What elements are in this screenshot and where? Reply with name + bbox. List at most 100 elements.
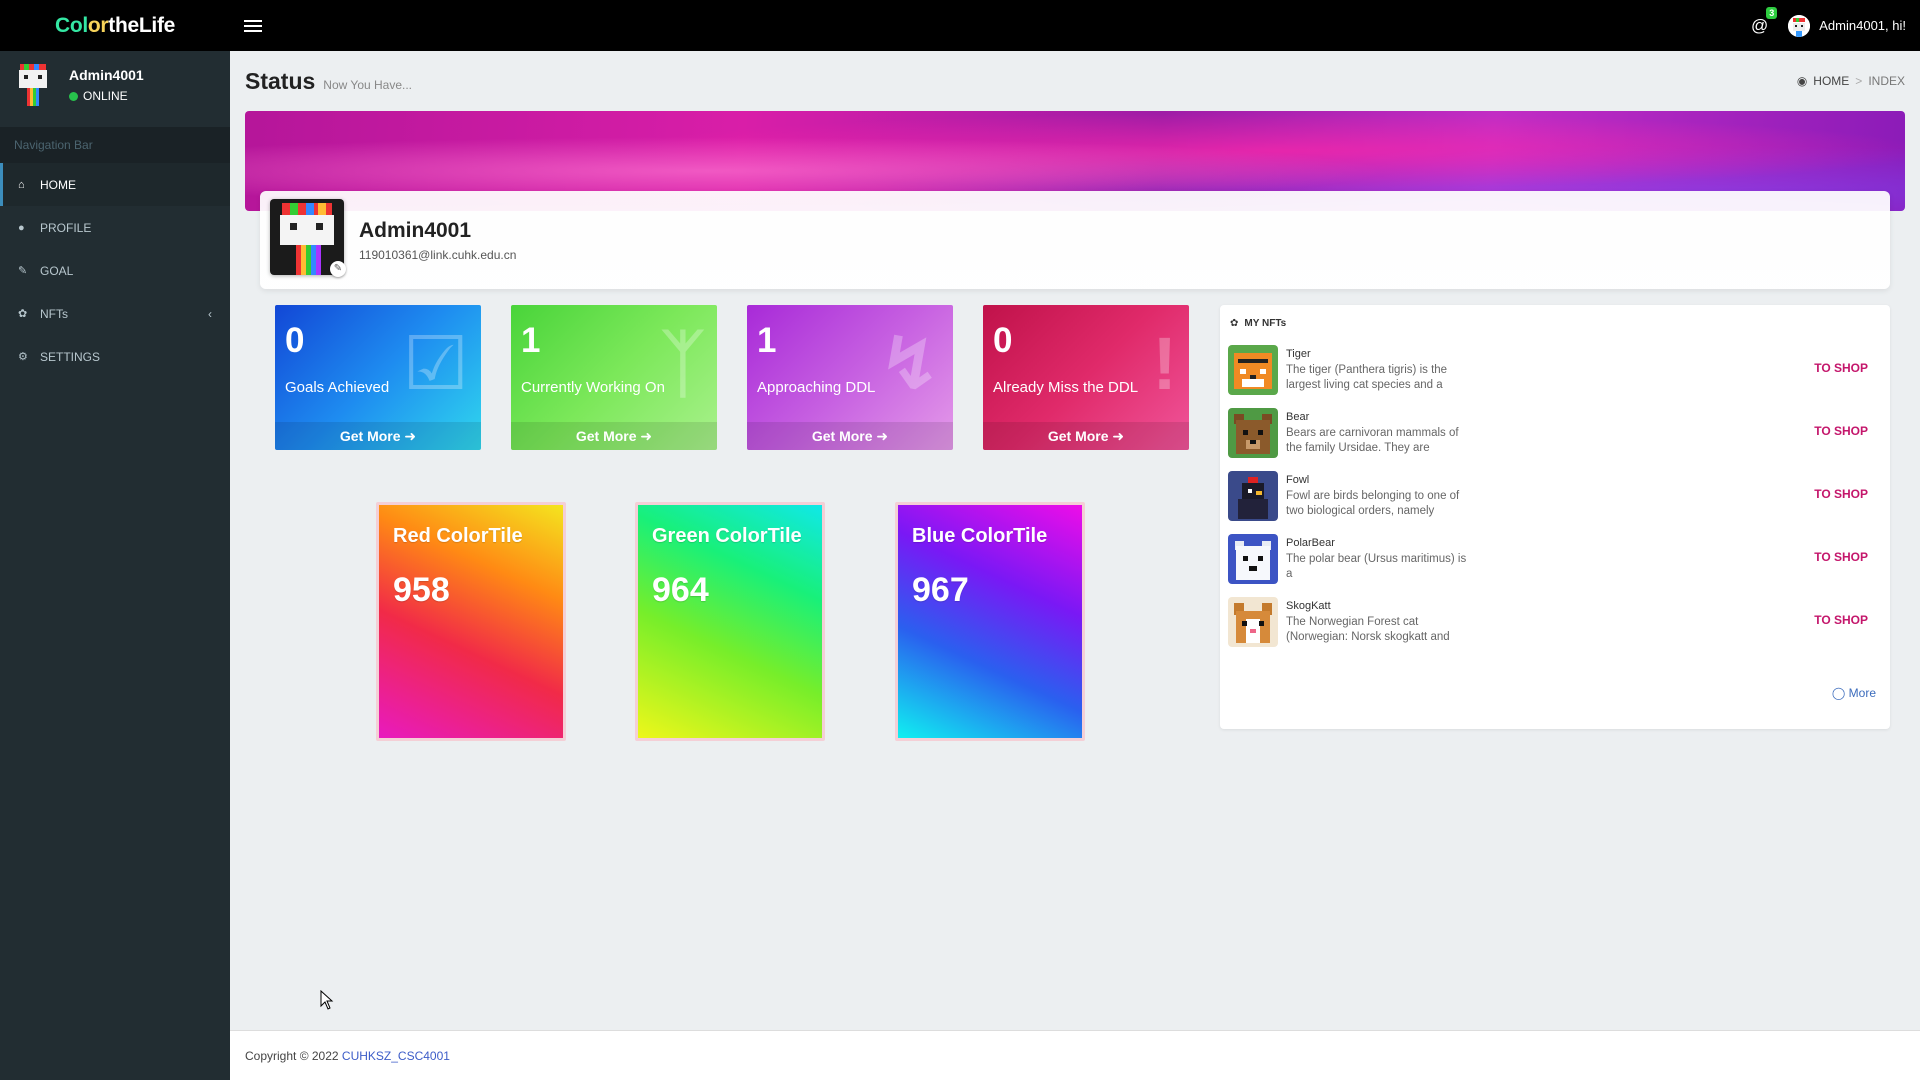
profile-email: 119010361@link.cuhk.edu.cn xyxy=(359,248,517,262)
top-navbar: ColortheLife @3 Admin4001, hi! xyxy=(0,0,1920,51)
nft-desc: The polar bear (Ursus maritimus) is a xyxy=(1286,553,1467,580)
get-more-button[interactable]: Get More ➜ xyxy=(983,422,1189,450)
red-colortile-card[interactable]: Red ColorTile 958 xyxy=(376,502,566,741)
sidebar-user-name: Admin4001 xyxy=(69,67,144,83)
get-more-label: Get More xyxy=(339,428,401,444)
fowl-nft-image xyxy=(1228,471,1278,521)
sidebar-item-label: PROFILE xyxy=(40,220,92,235)
more-label: More xyxy=(1848,686,1876,700)
edit-avatar-icon[interactable]: ✎ xyxy=(330,261,346,277)
arrow-right-icon: ➜ xyxy=(876,428,889,444)
sidebar-item-nfts[interactable]: ✿ NFTs ‹ xyxy=(0,292,230,335)
circle-arrow-icon: ◯ xyxy=(1831,686,1846,700)
nft-name: Tiger xyxy=(1286,348,1311,360)
stat-value: 1 xyxy=(521,321,541,360)
nft-desc: Fowl are birds belonging to one of two b… xyxy=(1286,490,1460,517)
more-link[interactable]: ◯ More xyxy=(1832,686,1876,700)
tile-name: Green ColorTile xyxy=(652,525,802,547)
user-icon: ● xyxy=(18,221,25,234)
bolt-icon: ↯ xyxy=(878,322,941,405)
get-more-button[interactable]: Get More ➜ xyxy=(747,422,953,450)
notification-badge: 3 xyxy=(1766,6,1778,19)
sidebar-item-label: SETTINGS xyxy=(40,349,101,364)
nft-name: PolarBear xyxy=(1286,537,1335,549)
sidebar-item-goal[interactable]: ✎ GOAL xyxy=(0,249,230,292)
exclamation-icon: ! xyxy=(1152,322,1177,405)
profile-card: ✎ Admin4001 119010361@link.cuhk.edu.cn xyxy=(260,191,1890,289)
user-menu[interactable]: Admin4001, hi! xyxy=(1788,14,1906,37)
stat-missed-ddl: 0 Already Miss the DDL ! Get More ➜ xyxy=(983,305,1189,450)
breadcrumb-home[interactable]: HOME xyxy=(1813,74,1849,88)
page-title: Status xyxy=(245,68,316,94)
sidebar-item-label: NFTs xyxy=(40,306,68,321)
dashboard-icon: ◉ xyxy=(1796,74,1808,88)
list-item: SkogKatt The Norwegian Forest cat (Norwe… xyxy=(1228,597,1878,649)
to-shop-link[interactable]: TO SHOP xyxy=(1814,550,1868,564)
sidebar-item-label: GOAL xyxy=(40,263,74,278)
sidebar-item-settings[interactable]: ⚙ SETTINGS xyxy=(0,335,230,378)
nft-name: Bear xyxy=(1286,411,1310,423)
my-nfts-panel: ✿ MY NFTs Tiger The tiger (Panthera tigri… xyxy=(1220,305,1890,729)
list-item: Bear Bears are carnivoran mammals of the… xyxy=(1228,408,1878,460)
get-more-label: Get More xyxy=(1047,428,1109,444)
tile-name: Blue ColorTile xyxy=(912,525,1048,547)
status-text: ONLINE xyxy=(83,89,128,103)
get-more-label: Get More xyxy=(575,428,637,444)
footer: Copyright © 2022 CUHKSZ_CSC4001 xyxy=(230,1030,1920,1080)
tile-value: 967 xyxy=(912,571,969,609)
brand-logo[interactable]: ColortheLife xyxy=(0,14,230,38)
sidebar-item-home[interactable]: ⌂ HOME xyxy=(0,163,230,206)
green-colortile-card[interactable]: Green ColorTile 964 xyxy=(635,502,825,741)
to-shop-link[interactable]: TO SHOP xyxy=(1814,424,1868,438)
chevron-left-icon: ‹ xyxy=(208,306,212,321)
notifications-icon[interactable]: @3 xyxy=(1751,6,1778,36)
to-shop-link[interactable]: TO SHOP xyxy=(1814,361,1868,375)
stat-value: 1 xyxy=(757,321,777,360)
polarbear-nft-image xyxy=(1228,534,1278,584)
gear-icon: ⚙ xyxy=(18,351,28,363)
home-icon: ⌂ xyxy=(18,178,25,191)
user-greeting: Admin4001, hi! xyxy=(1819,18,1906,33)
get-more-button[interactable]: Get More ➜ xyxy=(275,422,481,450)
nft-name: Fowl xyxy=(1286,474,1310,486)
brand-part: fe xyxy=(156,13,176,37)
nft-desc: The tiger (Panthera tigris) is the large… xyxy=(1286,364,1448,391)
nft-desc: Bears are carnivoran mammals of the fami… xyxy=(1286,427,1459,454)
footer-link[interactable]: CUHKSZ_CSC4001 xyxy=(342,1049,450,1063)
main-content: Status Now You Have... ◉ HOME > INDEX ✎ … xyxy=(230,51,1920,1030)
avatar xyxy=(1788,14,1811,37)
stat-currently-working: 1 Currently Working On ᛉ Get More ➜ xyxy=(511,305,717,450)
skogkatt-nft-image xyxy=(1228,597,1278,647)
git-branch-icon: ᛉ xyxy=(660,322,705,405)
to-shop-link[interactable]: TO SHOP xyxy=(1814,487,1868,501)
paw-icon: ✿ xyxy=(1230,318,1239,329)
stat-label: Already Miss the DDL xyxy=(993,379,1139,396)
sidebar-toggle-icon[interactable] xyxy=(244,17,262,35)
brand-part: or xyxy=(87,13,109,37)
list-item: PolarBear The polar bear (Ursus maritimu… xyxy=(1228,534,1878,586)
sidebar-item-label: HOME xyxy=(40,177,76,192)
sidebar-user-panel: Admin4001 ONLINE xyxy=(0,51,230,119)
tile-value: 964 xyxy=(652,571,709,609)
brand-part: the xyxy=(108,13,139,37)
arrow-right-icon: ➜ xyxy=(640,428,653,444)
tiger-nft-image xyxy=(1228,345,1278,395)
breadcrumb-separator: > xyxy=(1855,74,1863,88)
nav-header: Navigation Bar xyxy=(0,127,230,163)
stat-label: Approaching DDL xyxy=(757,379,876,396)
status-badge: ONLINE xyxy=(69,89,144,103)
stat-label: Goals Achieved xyxy=(285,379,390,396)
brand-part: Col xyxy=(54,13,88,37)
copyright-text: Copyright © 2022 xyxy=(245,1049,339,1063)
page-subtitle: Now You Have... xyxy=(323,78,413,92)
online-dot-icon xyxy=(69,91,78,101)
get-more-label: Get More xyxy=(811,428,873,444)
list-item: Fowl Fowl are birds belonging to one of … xyxy=(1228,471,1878,523)
arrow-right-icon: ➜ xyxy=(404,428,417,444)
to-shop-link[interactable]: TO SHOP xyxy=(1814,613,1868,627)
get-more-button[interactable]: Get More ➜ xyxy=(511,422,717,450)
tile-value: 958 xyxy=(393,571,450,609)
nft-panel-title: MY NFTs xyxy=(1244,318,1287,329)
blue-colortile-card[interactable]: Blue ColorTile 967 xyxy=(895,502,1085,741)
sidebar-item-profile[interactable]: ● PROFILE xyxy=(0,206,230,249)
